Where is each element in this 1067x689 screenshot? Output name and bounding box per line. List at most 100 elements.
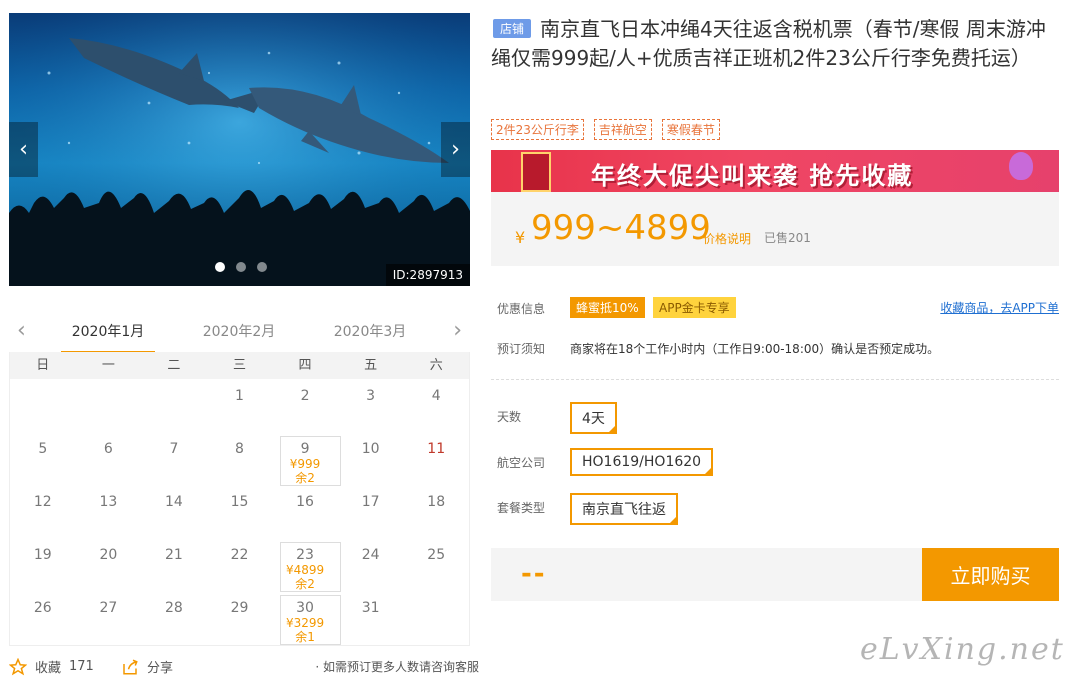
weekday-label: 一	[101, 358, 115, 373]
calendar-day-available[interactable]: 23 ¥4899 余2	[272, 538, 342, 592]
site-watermark: eLvXing.net	[860, 632, 1065, 667]
promo-banner-text: 年终大促尖叫来袭 抢先收藏	[591, 162, 914, 190]
share-button[interactable]: 分享	[121, 657, 173, 676]
customer-service-note: · 如需预订更多人数请咨询客服	[315, 660, 479, 674]
phone-booth-icon	[521, 152, 551, 192]
calendar-next-month-button[interactable]: ›	[453, 318, 462, 343]
airline-option[interactable]: HO1619/HO1620	[570, 448, 714, 476]
product-tag: 吉祥航空	[593, 119, 652, 140]
calendar-day: 3	[338, 379, 404, 432]
day-price: ¥3299	[285, 616, 325, 630]
buy-now-button[interactable]: 立即购买	[922, 548, 1059, 601]
shop-badge: 店铺	[493, 19, 532, 38]
day-number: 7	[169, 441, 179, 457]
calendar-day: 25	[403, 538, 469, 591]
days-option[interactable]: 4天	[570, 402, 617, 434]
calendar-day: 19	[10, 538, 76, 591]
image-id-label: ID:2897913	[385, 264, 470, 286]
day-number: 15	[230, 494, 249, 510]
day-number: 6	[103, 441, 113, 457]
weekday-label: 二	[167, 358, 181, 373]
calendar-day: 31	[338, 591, 404, 644]
day-number: 9	[300, 441, 310, 457]
day-number: 13	[99, 494, 118, 510]
section-divider	[491, 379, 1059, 380]
calendar-month-tab[interactable]: 2020年3月	[323, 321, 417, 341]
calendar-prev-month-button[interactable]: ‹	[17, 318, 26, 343]
day-number: 30	[296, 600, 314, 616]
day-number: 29	[230, 600, 249, 616]
calendar-day: 18	[403, 485, 469, 538]
day-number: 23	[296, 547, 314, 563]
calendar-empty-cell	[76, 379, 142, 432]
day-number: 19	[33, 547, 52, 563]
carousel-prev-button[interactable]: ‹	[9, 122, 38, 177]
calendar-day: 27	[76, 591, 142, 644]
day-number: 31	[361, 600, 380, 616]
day-number: 8	[235, 441, 244, 457]
carousel-dot[interactable]	[236, 262, 246, 272]
calendar-day-available[interactable]: 30 ¥3299 余1	[272, 591, 342, 645]
carousel-dot[interactable]	[215, 262, 225, 272]
calendar-day: 15	[207, 485, 273, 538]
calendar-day: 17	[338, 485, 404, 538]
total-price: --	[521, 559, 547, 589]
weekday-label: 六	[429, 358, 443, 373]
promo-label: 优惠信息	[497, 302, 546, 316]
calendar-month-tab[interactable]: 2020年2月	[192, 321, 286, 341]
notice-label: 预订须知	[497, 342, 546, 356]
calendar-day: 5	[10, 432, 76, 485]
calendar-day: 12	[10, 485, 76, 538]
package-option[interactable]: 南京直飞往返	[570, 493, 678, 525]
price-explain-link[interactable]: 价格说明	[703, 230, 751, 247]
favorite-count: 171	[69, 659, 94, 674]
price-range: 999~4899	[531, 208, 711, 248]
day-number: 14	[165, 494, 183, 510]
purchase-bar: -- 立即购买	[491, 548, 1059, 601]
product-tag: 寒假春节	[661, 119, 720, 140]
day-number: 24	[361, 547, 380, 563]
day-price: ¥4899	[285, 563, 325, 577]
day-number: 25	[427, 547, 446, 563]
calendar-day: 1	[207, 379, 273, 432]
price-box: ¥ 999~4899 价格说明 已售201	[491, 192, 1059, 266]
sold-count: 已售201	[764, 231, 811, 245]
day-number: 16	[296, 494, 314, 510]
calendar-weekday-row: 日一二三四五六	[10, 352, 469, 379]
calendar-month-tab[interactable]: 2020年1月	[61, 321, 155, 354]
favorite-go-app-link[interactable]: 收藏商品，去APP下单	[940, 299, 1059, 316]
calendar-day: 6	[76, 432, 142, 485]
carousel-next-button[interactable]: ›	[441, 122, 470, 177]
promo-banner[interactable]: 年终大促尖叫来袭 抢先收藏	[491, 150, 1059, 192]
day-stock: 余2	[295, 577, 315, 591]
calendar-day: 28	[141, 591, 207, 644]
calendar-day: 8	[207, 432, 273, 485]
calendar-day: 21	[141, 538, 207, 591]
day-number: 4	[431, 388, 441, 404]
airline-label: 航空公司	[497, 456, 546, 470]
day-stock: 余1	[295, 630, 315, 644]
calendar-day: 10	[338, 432, 404, 485]
calendar-day: 2	[272, 379, 338, 432]
carousel-dots[interactable]	[215, 262, 267, 272]
product-image-carousel[interactable]: ‹ › ID:2897913	[9, 13, 470, 286]
calendar-day: 13	[76, 485, 142, 538]
favorite-button[interactable]: 收藏 171	[9, 657, 94, 676]
day-number: 2	[300, 388, 310, 404]
day-number: 20	[99, 547, 118, 563]
balloon-icon	[1009, 152, 1033, 180]
day-price: ¥999	[289, 457, 321, 471]
calendar-header: ‹ 2020年1月 2020年2月 2020年3月 ›	[9, 312, 470, 354]
calendar-day-grid: 1 2 3 4 5 6 7 8 9 ¥999 余2 10 11 12 13 14 15 16 17 18 19 20 21 2…	[10, 379, 469, 645]
weekday-label: 五	[364, 358, 378, 373]
calendar-day: 7	[141, 432, 207, 485]
day-number: 3	[366, 388, 376, 404]
calendar-day-available[interactable]: 9 ¥999 余2	[272, 432, 342, 486]
product-tag: 2件23公斤行李	[491, 119, 584, 140]
carousel-dot[interactable]	[257, 262, 267, 272]
calendar-empty-cell	[10, 379, 76, 432]
day-number: 28	[165, 600, 183, 616]
honey-discount-badge: 蜂蜜抵10%	[570, 297, 645, 318]
day-number: 10	[361, 441, 380, 457]
weekday-label: 四	[298, 358, 312, 373]
